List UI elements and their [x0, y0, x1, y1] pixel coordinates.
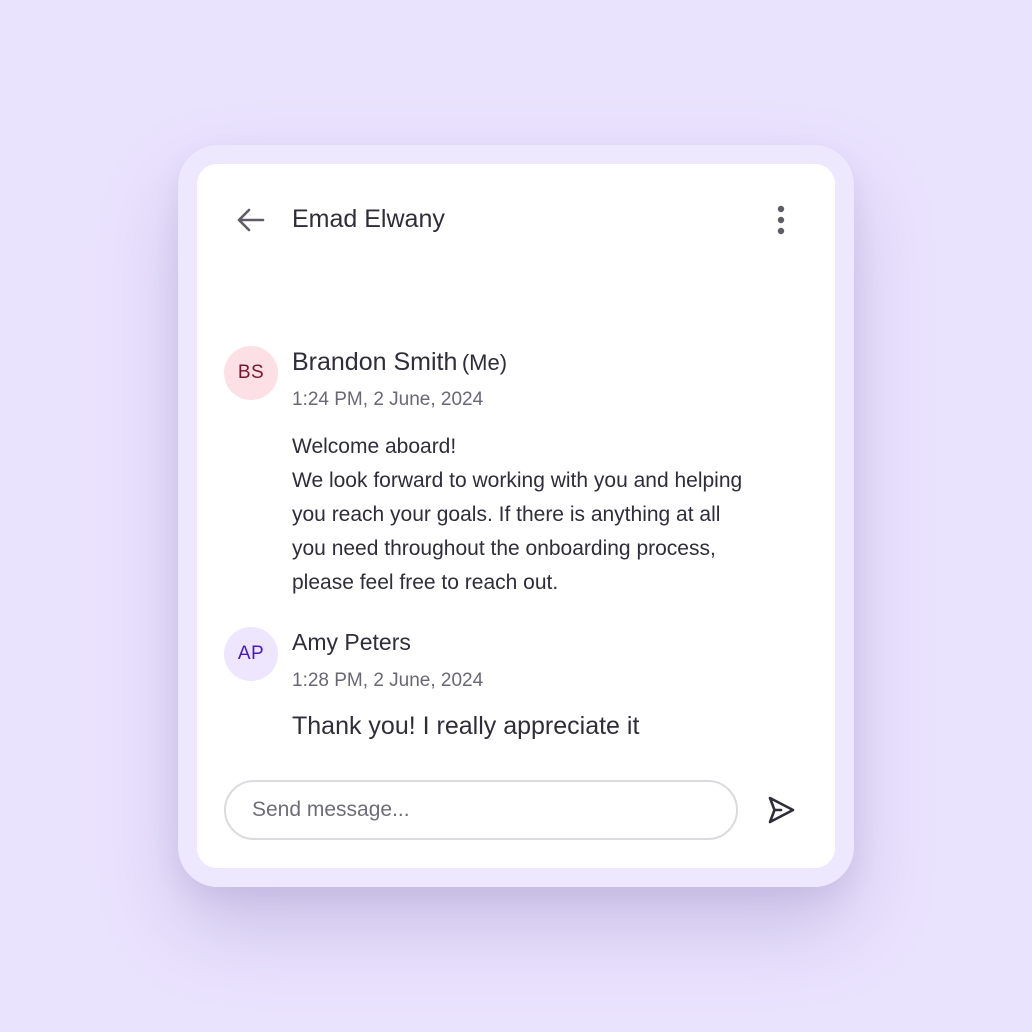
avatar: BS — [224, 346, 278, 400]
send-button[interactable] — [761, 790, 801, 830]
sender-name-text: Amy Peters — [292, 629, 411, 655]
message-body-line: We look forward to working with you and … — [292, 469, 743, 492]
message-body: Welcome aboard! We look forward to worki… — [292, 430, 822, 600]
message-body-line: Welcome aboard! — [292, 435, 457, 458]
message-timestamp: 1:24 PM, 2 June, 2024 — [292, 389, 484, 410]
chat-card: Emad Elwany BS Brandon Smith (Me) 1:24 P… — [197, 164, 835, 868]
arrow-left-icon — [237, 208, 265, 232]
message-body: Thank you! I really appreciate it — [292, 709, 822, 743]
message-composer[interactable] — [224, 780, 738, 840]
message-body-line: please feel free to reach out. — [292, 571, 559, 594]
send-icon — [768, 796, 795, 824]
contact-name: Emad Elwany — [292, 205, 445, 233]
more-vertical-icon — [777, 205, 785, 235]
message-body-line: you need throughout the onboarding proce… — [292, 537, 716, 560]
avatar: AP — [224, 627, 278, 681]
back-button[interactable] — [231, 200, 271, 240]
message-input[interactable] — [252, 798, 712, 822]
sender-name: Amy Peters — [292, 629, 411, 656]
message-body-line: Thank you! I really appreciate it — [292, 712, 640, 740]
chat-window-frame: Emad Elwany BS Brandon Smith (Me) 1:24 P… — [178, 145, 854, 887]
message-body-line: you reach your goals. If there is anythi… — [292, 503, 721, 526]
sender-me-tag: (Me) — [461, 350, 508, 375]
more-options-button[interactable] — [761, 200, 801, 240]
message-timestamp: 1:28 PM, 2 June, 2024 — [292, 670, 484, 691]
sender-name-text: Brandon Smith — [292, 348, 458, 376]
sender-name: Brandon Smith (Me) — [292, 348, 507, 377]
